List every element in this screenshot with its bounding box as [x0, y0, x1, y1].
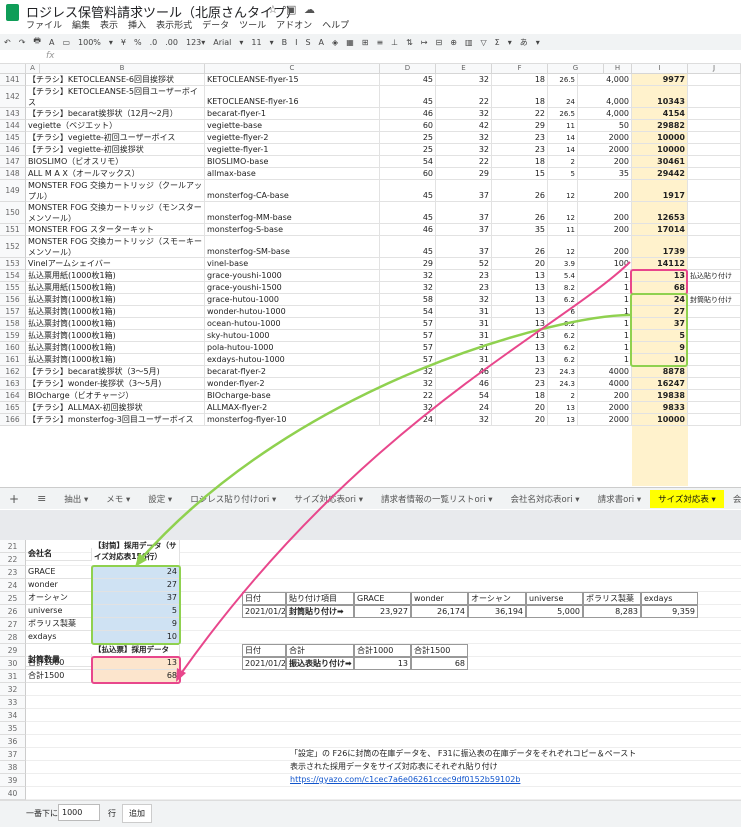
- arrow-overlay: [135, 261, 631, 682]
- green-arrow: [139, 313, 631, 561]
